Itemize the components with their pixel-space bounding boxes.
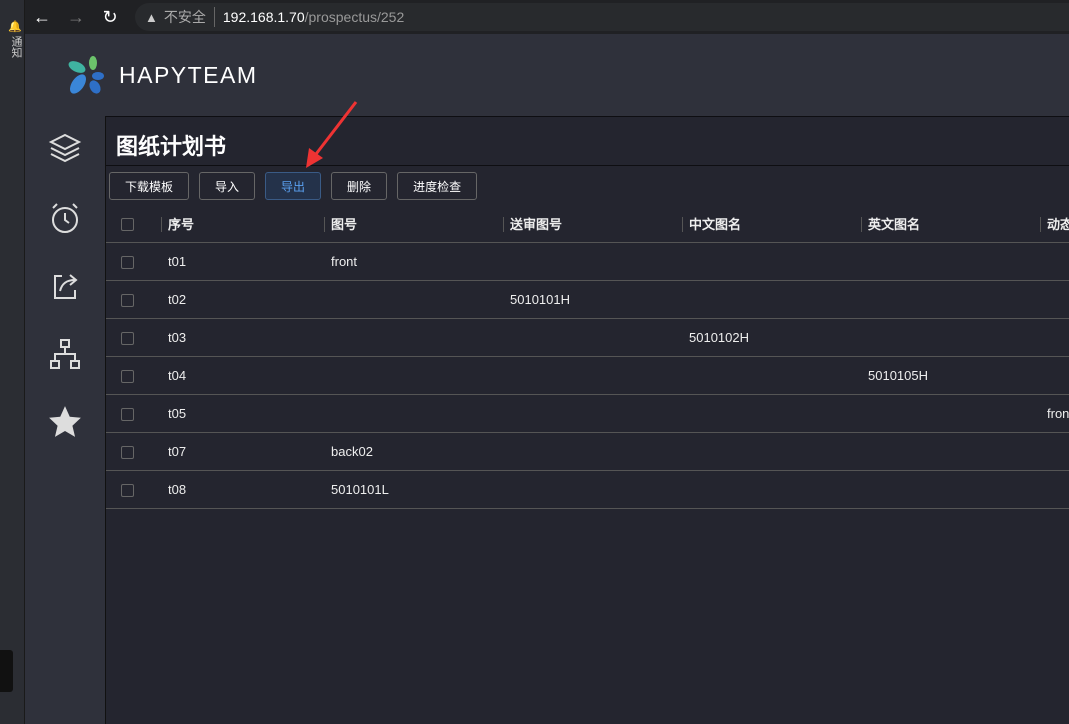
table-row[interactable]: t08 5010101L bbox=[106, 470, 1069, 509]
table-cell bbox=[503, 394, 682, 433]
table-cell bbox=[682, 432, 861, 471]
main-content: 图纸计划书 下载模板 导入 导出 删除 进度检查 序号 图号 送审图号 中文图名… bbox=[105, 101, 1069, 724]
table-cell: t01 bbox=[161, 242, 324, 281]
data-table: 序号 图号 送审图号 中文图名 英文图名 动态 t01 front t02 50101… bbox=[106, 206, 1069, 509]
col-header[interactable]: 英文图名 bbox=[861, 217, 921, 233]
table-cell bbox=[682, 280, 861, 319]
table-header: 序号 图号 送审图号 中文图名 英文图名 动态 bbox=[106, 206, 1069, 243]
table-cell bbox=[682, 394, 861, 433]
table-cell bbox=[1040, 242, 1069, 281]
row-checkbox[interactable] bbox=[121, 331, 134, 345]
logo-icon bbox=[68, 56, 104, 94]
table-cell bbox=[1040, 470, 1069, 509]
delete-button[interactable]: 删除 bbox=[331, 172, 388, 200]
select-all-checkbox[interactable] bbox=[121, 218, 134, 232]
browser-side-panel: 🔔 通知 bbox=[0, 0, 25, 724]
table-cell: 5010101L bbox=[324, 470, 503, 509]
table-cell bbox=[324, 394, 503, 433]
url-host: 192.168.1.70 bbox=[222, 9, 305, 25]
bell-icon[interactable]: 🔔 bbox=[8, 20, 22, 33]
warning-icon[interactable]: ▲ bbox=[145, 10, 158, 25]
panel-handle[interactable] bbox=[0, 650, 13, 692]
export-button[interactable]: 导出 bbox=[265, 172, 322, 200]
table-row[interactable]: t07 back02 bbox=[106, 432, 1069, 471]
table-cell bbox=[503, 470, 682, 509]
table-cell bbox=[861, 242, 1040, 281]
row-checkbox[interactable] bbox=[121, 369, 134, 383]
row-checkbox[interactable] bbox=[121, 445, 134, 459]
table-cell bbox=[861, 318, 1040, 357]
address-bar[interactable]: ▲ 不安全 192.168.1.70/prospectus/252 bbox=[135, 3, 1069, 31]
import-button[interactable]: 导入 bbox=[199, 172, 256, 200]
table-cell bbox=[861, 280, 1040, 319]
row-checkbox[interactable] bbox=[121, 255, 134, 269]
download-template-button[interactable]: 下载模板 bbox=[109, 172, 190, 200]
table-row[interactable]: t05 fron bbox=[106, 394, 1069, 433]
table-cell bbox=[503, 432, 682, 471]
table-cell bbox=[861, 470, 1040, 509]
table-cell: 5010105H bbox=[861, 356, 1040, 395]
table-cell: t04 bbox=[161, 356, 324, 395]
progress-check-button[interactable]: 进度检查 bbox=[397, 172, 478, 200]
table-cell bbox=[1040, 432, 1069, 471]
row-checkbox[interactable] bbox=[121, 293, 134, 307]
table-cell bbox=[1040, 356, 1069, 395]
table-cell: fron bbox=[1040, 394, 1069, 433]
table-cell bbox=[1040, 280, 1069, 319]
table-cell bbox=[682, 356, 861, 395]
reload-icon[interactable]: ↻ bbox=[93, 7, 127, 28]
browser-toolbar: ← → ↻ ▲ 不安全 192.168.1.70/prospectus/252 bbox=[25, 0, 1069, 34]
app-header: HAPYTEAM bbox=[25, 34, 1069, 116]
insecure-label: 不安全 bbox=[164, 7, 215, 27]
table-row[interactable]: t03 5010102H bbox=[106, 318, 1069, 357]
annotation-arrow bbox=[306, 101, 358, 168]
forward-icon[interactable]: → bbox=[59, 7, 93, 28]
brand-name: HAPYTEAM bbox=[119, 62, 258, 88]
table-row[interactable]: t04 5010105H bbox=[106, 356, 1069, 395]
table-cell bbox=[682, 470, 861, 509]
org-chart-icon[interactable] bbox=[47, 336, 83, 372]
table-cell bbox=[503, 356, 682, 395]
table-row[interactable]: t02 5010101H bbox=[106, 280, 1069, 319]
table-cell bbox=[682, 242, 861, 281]
notification-label[interactable]: 通知 bbox=[8, 36, 24, 58]
layers-icon[interactable] bbox=[47, 130, 83, 166]
table-cell bbox=[861, 394, 1040, 433]
alarm-clock-icon[interactable] bbox=[47, 200, 83, 236]
col-header[interactable]: 图号 bbox=[324, 217, 358, 233]
share-icon[interactable] bbox=[47, 268, 83, 304]
sidebar bbox=[25, 116, 105, 724]
url-path: /prospectus/252 bbox=[304, 9, 405, 25]
table-cell: t07 bbox=[161, 432, 324, 471]
table-cell: t08 bbox=[161, 470, 324, 509]
col-header[interactable]: 动态 bbox=[1040, 217, 1069, 233]
table-cell bbox=[503, 242, 682, 281]
back-icon[interactable]: ← bbox=[25, 7, 59, 28]
page-title: 图纸计划书 bbox=[106, 116, 1069, 166]
table-cell: back02 bbox=[324, 432, 503, 471]
row-checkbox[interactable] bbox=[121, 407, 134, 421]
col-header[interactable]: 送审图号 bbox=[503, 217, 563, 233]
table-cell bbox=[1040, 318, 1069, 357]
table-cell: t05 bbox=[161, 394, 324, 433]
toolbar: 下载模板 导入 导出 删除 进度检查 bbox=[109, 172, 478, 200]
star-icon[interactable] bbox=[47, 404, 83, 440]
table-cell: t02 bbox=[161, 280, 324, 319]
table-cell: 5010102H bbox=[682, 318, 861, 357]
table-cell bbox=[324, 356, 503, 395]
table-row[interactable]: t01 front bbox=[106, 242, 1069, 281]
table-cell: t03 bbox=[161, 318, 324, 357]
table-cell: front bbox=[324, 242, 503, 281]
col-header[interactable]: 序号 bbox=[161, 217, 195, 233]
table-cell bbox=[324, 280, 503, 319]
row-checkbox[interactable] bbox=[121, 483, 134, 497]
table-cell bbox=[324, 318, 503, 357]
table-cell: 5010101H bbox=[503, 280, 682, 319]
table-cell bbox=[861, 432, 1040, 471]
table-cell bbox=[503, 318, 682, 357]
col-header[interactable]: 中文图名 bbox=[682, 217, 742, 233]
